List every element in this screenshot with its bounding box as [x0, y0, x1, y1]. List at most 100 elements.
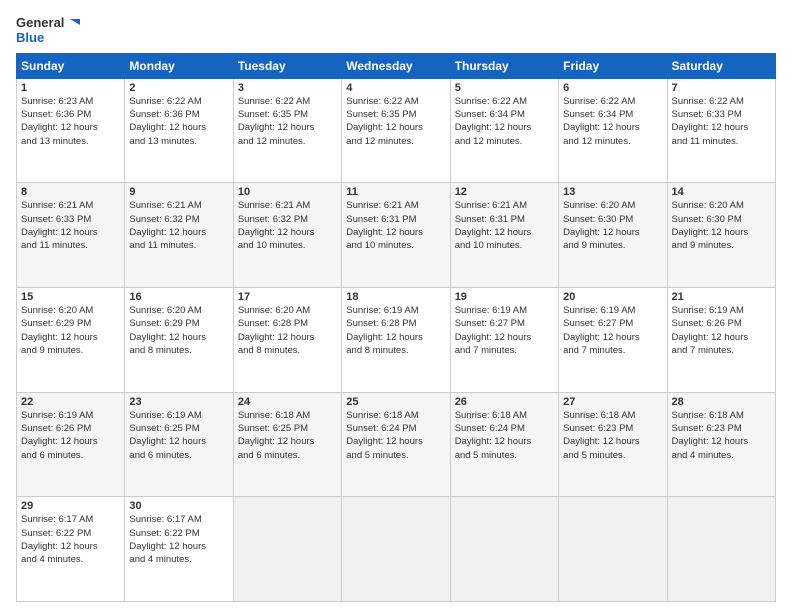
- day-number: 12: [455, 186, 554, 198]
- calendar-row: 1Sunrise: 6:23 AMSunset: 6:36 PMDaylight…: [17, 78, 776, 183]
- day-number: 26: [455, 396, 554, 408]
- day-number: 14: [672, 186, 771, 198]
- page: General Blue SundayMondayTuesdayWednesda…: [0, 0, 792, 612]
- calendar-cell: [233, 497, 341, 602]
- calendar-cell: 14Sunrise: 6:20 AMSunset: 6:30 PMDayligh…: [667, 183, 775, 288]
- calendar-cell: 5Sunrise: 6:22 AMSunset: 6:34 PMDaylight…: [450, 78, 558, 183]
- calendar-cell: 15Sunrise: 6:20 AMSunset: 6:29 PMDayligh…: [17, 288, 125, 393]
- calendar-cell: 25Sunrise: 6:18 AMSunset: 6:24 PMDayligh…: [342, 392, 450, 497]
- day-number: 27: [563, 396, 662, 408]
- day-number: 9: [129, 186, 228, 198]
- cell-content: Sunrise: 6:21 AMSunset: 6:32 PMDaylight:…: [238, 199, 337, 252]
- cell-content: Sunrise: 6:20 AMSunset: 6:29 PMDaylight:…: [21, 304, 120, 357]
- col-header-monday: Monday: [125, 53, 233, 78]
- calendar-cell: 27Sunrise: 6:18 AMSunset: 6:23 PMDayligh…: [559, 392, 667, 497]
- day-number: 13: [563, 186, 662, 198]
- calendar-cell: 7Sunrise: 6:22 AMSunset: 6:33 PMDaylight…: [667, 78, 775, 183]
- cell-content: Sunrise: 6:20 AMSunset: 6:29 PMDaylight:…: [129, 304, 228, 357]
- calendar-cell: 9Sunrise: 6:21 AMSunset: 6:32 PMDaylight…: [125, 183, 233, 288]
- day-number: 23: [129, 396, 228, 408]
- calendar-cell: [450, 497, 558, 602]
- day-number: 7: [672, 82, 771, 94]
- day-number: 16: [129, 291, 228, 303]
- day-number: 18: [346, 291, 445, 303]
- cell-content: Sunrise: 6:22 AMSunset: 6:35 PMDaylight:…: [238, 95, 337, 148]
- col-header-wednesday: Wednesday: [342, 53, 450, 78]
- calendar-cell: 24Sunrise: 6:18 AMSunset: 6:25 PMDayligh…: [233, 392, 341, 497]
- logo: General Blue: [16, 16, 80, 45]
- calendar-cell: 12Sunrise: 6:21 AMSunset: 6:31 PMDayligh…: [450, 183, 558, 288]
- header: General Blue: [16, 16, 776, 45]
- calendar-cell: 22Sunrise: 6:19 AMSunset: 6:26 PMDayligh…: [17, 392, 125, 497]
- calendar-cell: 17Sunrise: 6:20 AMSunset: 6:28 PMDayligh…: [233, 288, 341, 393]
- cell-content: Sunrise: 6:21 AMSunset: 6:31 PMDaylight:…: [346, 199, 445, 252]
- calendar-cell: 23Sunrise: 6:19 AMSunset: 6:25 PMDayligh…: [125, 392, 233, 497]
- cell-content: Sunrise: 6:23 AMSunset: 6:36 PMDaylight:…: [21, 95, 120, 148]
- cell-content: Sunrise: 6:18 AMSunset: 6:24 PMDaylight:…: [346, 409, 445, 462]
- cell-content: Sunrise: 6:18 AMSunset: 6:25 PMDaylight:…: [238, 409, 337, 462]
- calendar-cell: 8Sunrise: 6:21 AMSunset: 6:33 PMDaylight…: [17, 183, 125, 288]
- day-number: 21: [672, 291, 771, 303]
- day-number: 6: [563, 82, 662, 94]
- cell-content: Sunrise: 6:19 AMSunset: 6:26 PMDaylight:…: [672, 304, 771, 357]
- cell-content: Sunrise: 6:19 AMSunset: 6:26 PMDaylight:…: [21, 409, 120, 462]
- cell-content: Sunrise: 6:21 AMSunset: 6:33 PMDaylight:…: [21, 199, 120, 252]
- cell-content: Sunrise: 6:19 AMSunset: 6:28 PMDaylight:…: [346, 304, 445, 357]
- calendar-row: 15Sunrise: 6:20 AMSunset: 6:29 PMDayligh…: [17, 288, 776, 393]
- calendar-cell: 10Sunrise: 6:21 AMSunset: 6:32 PMDayligh…: [233, 183, 341, 288]
- cell-content: Sunrise: 6:22 AMSunset: 6:34 PMDaylight:…: [563, 95, 662, 148]
- logo-blue: Blue: [16, 31, 80, 45]
- calendar-cell: 4Sunrise: 6:22 AMSunset: 6:35 PMDaylight…: [342, 78, 450, 183]
- day-number: 10: [238, 186, 337, 198]
- cell-content: Sunrise: 6:18 AMSunset: 6:24 PMDaylight:…: [455, 409, 554, 462]
- calendar-cell: 13Sunrise: 6:20 AMSunset: 6:30 PMDayligh…: [559, 183, 667, 288]
- day-number: 29: [21, 500, 120, 512]
- calendar-cell: 16Sunrise: 6:20 AMSunset: 6:29 PMDayligh…: [125, 288, 233, 393]
- calendar-cell: [342, 497, 450, 602]
- calendar-row: 8Sunrise: 6:21 AMSunset: 6:33 PMDaylight…: [17, 183, 776, 288]
- logo-general: General: [16, 16, 80, 31]
- cell-content: Sunrise: 6:18 AMSunset: 6:23 PMDaylight:…: [672, 409, 771, 462]
- cell-content: Sunrise: 6:22 AMSunset: 6:36 PMDaylight:…: [129, 95, 228, 148]
- cell-content: Sunrise: 6:18 AMSunset: 6:23 PMDaylight:…: [563, 409, 662, 462]
- day-number: 8: [21, 186, 120, 198]
- col-header-thursday: Thursday: [450, 53, 558, 78]
- calendar-cell: 18Sunrise: 6:19 AMSunset: 6:28 PMDayligh…: [342, 288, 450, 393]
- cell-content: Sunrise: 6:19 AMSunset: 6:27 PMDaylight:…: [563, 304, 662, 357]
- day-number: 28: [672, 396, 771, 408]
- day-number: 20: [563, 291, 662, 303]
- calendar-cell: 11Sunrise: 6:21 AMSunset: 6:31 PMDayligh…: [342, 183, 450, 288]
- day-number: 30: [129, 500, 228, 512]
- day-number: 24: [238, 396, 337, 408]
- day-number: 22: [21, 396, 120, 408]
- day-number: 25: [346, 396, 445, 408]
- cell-content: Sunrise: 6:20 AMSunset: 6:30 PMDaylight:…: [563, 199, 662, 252]
- calendar-cell: 6Sunrise: 6:22 AMSunset: 6:34 PMDaylight…: [559, 78, 667, 183]
- calendar-cell: 20Sunrise: 6:19 AMSunset: 6:27 PMDayligh…: [559, 288, 667, 393]
- day-number: 2: [129, 82, 228, 94]
- day-number: 3: [238, 82, 337, 94]
- col-header-saturday: Saturday: [667, 53, 775, 78]
- cell-content: Sunrise: 6:19 AMSunset: 6:27 PMDaylight:…: [455, 304, 554, 357]
- cell-content: Sunrise: 6:21 AMSunset: 6:31 PMDaylight:…: [455, 199, 554, 252]
- calendar-row: 22Sunrise: 6:19 AMSunset: 6:26 PMDayligh…: [17, 392, 776, 497]
- calendar-cell: 28Sunrise: 6:18 AMSunset: 6:23 PMDayligh…: [667, 392, 775, 497]
- day-number: 19: [455, 291, 554, 303]
- calendar-cell: 3Sunrise: 6:22 AMSunset: 6:35 PMDaylight…: [233, 78, 341, 183]
- cell-content: Sunrise: 6:22 AMSunset: 6:33 PMDaylight:…: [672, 95, 771, 148]
- day-number: 17: [238, 291, 337, 303]
- calendar-cell: 30Sunrise: 6:17 AMSunset: 6:22 PMDayligh…: [125, 497, 233, 602]
- cell-content: Sunrise: 6:20 AMSunset: 6:28 PMDaylight:…: [238, 304, 337, 357]
- day-number: 5: [455, 82, 554, 94]
- cell-content: Sunrise: 6:22 AMSunset: 6:35 PMDaylight:…: [346, 95, 445, 148]
- col-header-sunday: Sunday: [17, 53, 125, 78]
- calendar-cell: 29Sunrise: 6:17 AMSunset: 6:22 PMDayligh…: [17, 497, 125, 602]
- day-number: 11: [346, 186, 445, 198]
- calendar-cell: [667, 497, 775, 602]
- calendar-row: 29Sunrise: 6:17 AMSunset: 6:22 PMDayligh…: [17, 497, 776, 602]
- calendar-table: SundayMondayTuesdayWednesdayThursdayFrid…: [16, 53, 776, 602]
- day-number: 4: [346, 82, 445, 94]
- cell-content: Sunrise: 6:19 AMSunset: 6:25 PMDaylight:…: [129, 409, 228, 462]
- calendar-cell: 21Sunrise: 6:19 AMSunset: 6:26 PMDayligh…: [667, 288, 775, 393]
- calendar-cell: 2Sunrise: 6:22 AMSunset: 6:36 PMDaylight…: [125, 78, 233, 183]
